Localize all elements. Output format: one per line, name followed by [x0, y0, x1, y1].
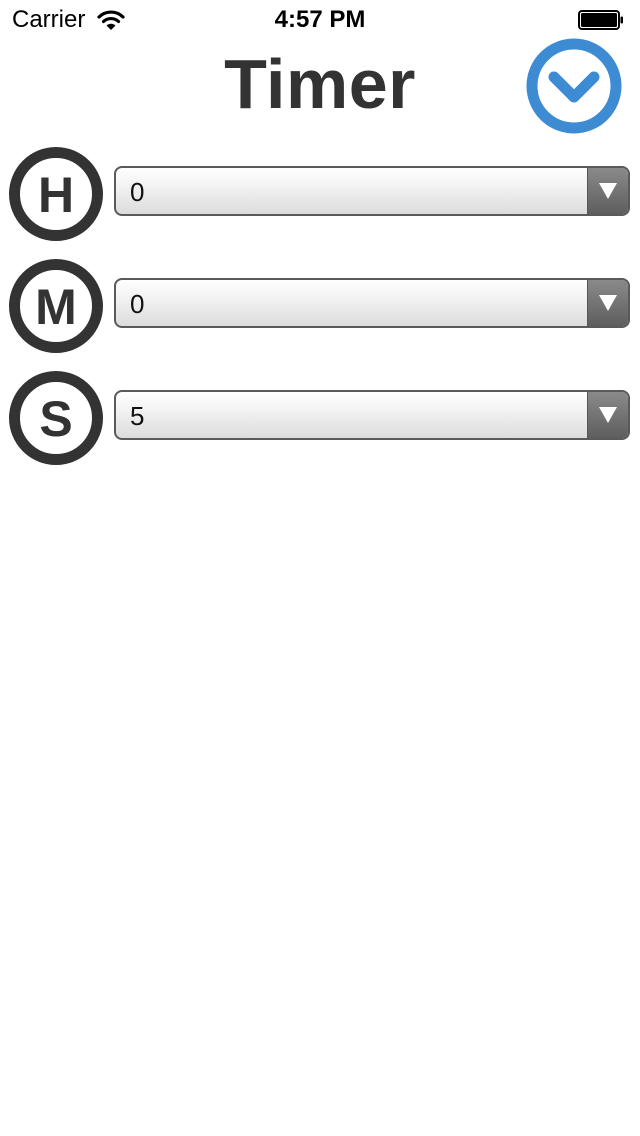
hours-icon: H [9, 147, 103, 241]
minutes-icon: M [9, 259, 103, 353]
seconds-value: 5 [130, 401, 145, 431]
triangle-down-icon [599, 407, 617, 423]
minutes-select[interactable]: 0 [114, 278, 630, 328]
collapse-button[interactable] [526, 38, 622, 134]
seconds-row: S 5 [0, 370, 640, 466]
minutes-value: 0 [130, 289, 145, 319]
seconds-select-arrow[interactable] [587, 392, 628, 438]
chevron-down-circle-icon [526, 38, 622, 134]
status-time: 4:57 PM [274, 6, 366, 33]
seconds-icon: S [9, 371, 103, 465]
hours-select-arrow[interactable] [587, 168, 628, 214]
hours-letter: H [38, 167, 74, 223]
minutes-select-arrow[interactable] [587, 280, 628, 326]
seconds-select[interactable]: 5 [114, 390, 630, 440]
status-bar: Carrier 4:57 PM [0, 0, 640, 40]
hours-select[interactable]: 0 [114, 166, 630, 216]
battery-icon [578, 10, 623, 30]
triangle-down-icon [599, 183, 617, 199]
seconds-letter: S [39, 391, 72, 447]
triangle-down-icon [599, 295, 617, 311]
hours-value: 0 [130, 177, 145, 207]
minutes-letter: M [35, 279, 77, 335]
hours-row: H 0 [0, 146, 640, 242]
minutes-row: M 0 [0, 258, 640, 354]
